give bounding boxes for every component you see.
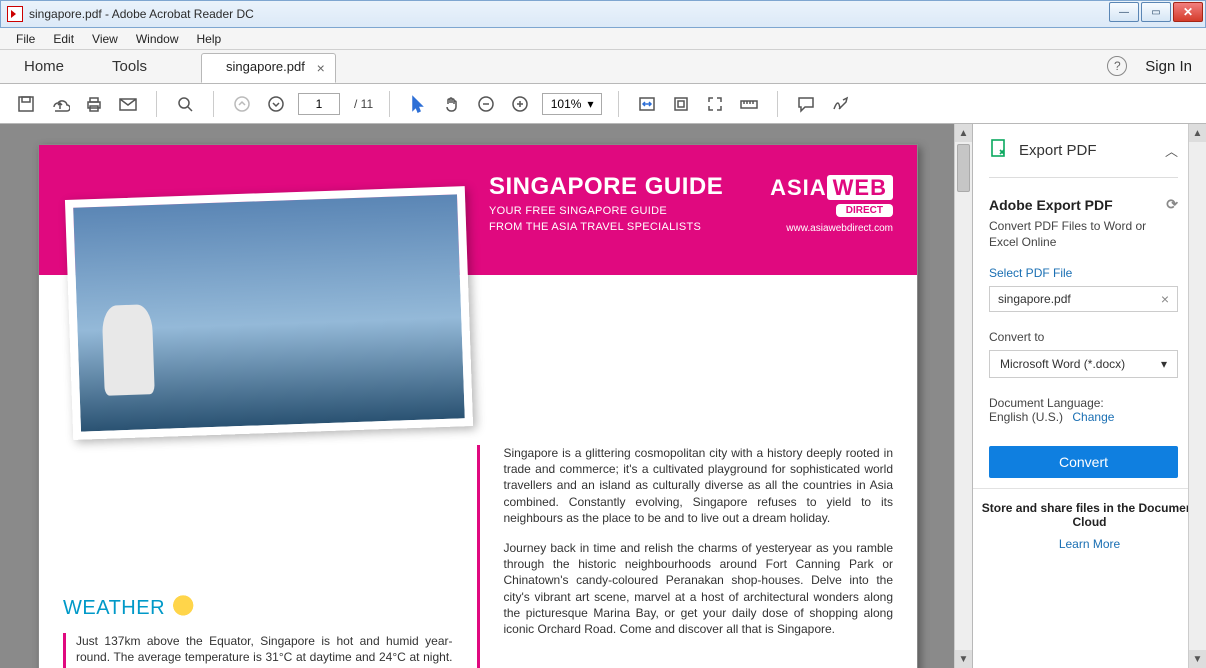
window-titlebar: singapore.pdf - Adobe Acrobat Reader DC …	[0, 0, 1206, 28]
separator	[389, 91, 390, 117]
scroll-thumb[interactable]	[957, 144, 970, 192]
comment-icon[interactable]	[794, 92, 818, 116]
sign-icon[interactable]	[828, 92, 852, 116]
panel-title: Adobe Export PDF	[989, 197, 1113, 213]
pdf-page: SINGAPORE GUIDE YOUR FREE SINGAPORE GUID…	[38, 144, 918, 668]
lang-value: English (U.S.)	[989, 410, 1063, 424]
chevron-up-icon[interactable]: ︿	[1165, 141, 1178, 160]
lang-label: Document Language:	[989, 396, 1104, 410]
tab-tools[interactable]: Tools	[88, 50, 171, 83]
page-total: / 11	[354, 97, 373, 111]
right-column: Singapore is a glittering cosmopolitan c…	[504, 445, 894, 668]
search-icon[interactable]	[173, 92, 197, 116]
chevron-down-icon: ▾	[1161, 357, 1167, 371]
scroll-down-icon[interactable]: ▼	[955, 650, 972, 668]
tabs-row: Home Tools singapore.pdf × ? Sign In	[0, 50, 1206, 84]
ruler-icon[interactable]	[737, 92, 761, 116]
email-icon[interactable]	[116, 92, 140, 116]
fullscreen-icon[interactable]	[703, 92, 727, 116]
scroll-up-icon[interactable]: ▲	[955, 124, 972, 142]
scroll-down-icon[interactable]: ▼	[1189, 650, 1206, 668]
brand-logo: ASIAWEB DIRECT www.asiawebdirect.com	[770, 175, 893, 234]
fit-page-icon[interactable]	[669, 92, 693, 116]
document-tab[interactable]: singapore.pdf ×	[201, 53, 336, 83]
separator	[777, 91, 778, 117]
pointer-icon[interactable]	[406, 92, 430, 116]
maximize-button[interactable]: ▭	[1141, 2, 1171, 22]
menu-bar: File Edit View Window Help	[0, 28, 1206, 50]
zoom-in-icon[interactable]	[508, 92, 532, 116]
learn-more-link[interactable]: Learn More	[981, 537, 1198, 551]
minimize-button[interactable]: —	[1109, 2, 1139, 22]
left-column: WEATHER Just 137km above the Equator, Si…	[63, 445, 453, 668]
panel-scrollbar[interactable]: ▲ ▼	[1188, 124, 1206, 668]
separator	[156, 91, 157, 117]
intro-p1: Singapore is a glittering cosmopolitan c…	[504, 445, 894, 526]
document-view[interactable]: SINGAPORE GUIDE YOUR FREE SINGAPORE GUID…	[0, 124, 972, 668]
page-down-icon[interactable]	[264, 92, 288, 116]
menu-view[interactable]: View	[84, 30, 126, 48]
page-number-input[interactable]	[298, 93, 340, 115]
hero-photo	[65, 186, 473, 440]
weather-heading: WEATHER	[63, 595, 453, 621]
menu-help[interactable]: Help	[189, 30, 230, 48]
content-area: SINGAPORE GUIDE YOUR FREE SINGAPORE GUID…	[0, 124, 1206, 668]
intro-p2: Journey back in time and relish the char…	[504, 540, 894, 637]
help-icon[interactable]: ?	[1107, 56, 1127, 76]
separator	[213, 91, 214, 117]
sign-in-link[interactable]: Sign In	[1145, 58, 1192, 75]
menu-edit[interactable]: Edit	[45, 30, 82, 48]
panel-footer: Store and share files in the Document Cl…	[973, 488, 1206, 563]
save-icon[interactable]	[14, 92, 38, 116]
close-tab-icon[interactable]: ×	[317, 60, 325, 76]
convert-to-label: Convert to	[989, 330, 1178, 344]
select-file-label: Select PDF File	[989, 266, 1178, 280]
window-title: singapore.pdf - Adobe Acrobat Reader DC	[29, 7, 254, 21]
chevron-down-icon: ▾	[587, 97, 593, 111]
selected-file-box[interactable]: singapore.pdf ×	[989, 286, 1178, 312]
close-button[interactable]: ✕	[1173, 2, 1203, 22]
menu-window[interactable]: Window	[128, 30, 187, 48]
cloud-upload-icon[interactable]	[48, 92, 72, 116]
tab-home[interactable]: Home	[0, 50, 88, 83]
fit-width-icon[interactable]	[635, 92, 659, 116]
document-tab-label: singapore.pdf	[226, 59, 305, 74]
lang-change-link[interactable]: Change	[1072, 410, 1114, 424]
tools-panel: Export PDF ︿ Adobe Export PDF ⟳ Convert …	[972, 124, 1206, 668]
panel-desc: Convert PDF Files to Word or Excel Onlin…	[989, 219, 1178, 250]
weather-p1: Just 137km above the Equator, Singapore …	[76, 633, 453, 668]
logo-text-2: WEB	[827, 175, 893, 200]
export-pdf-header[interactable]: Export PDF ︿	[989, 138, 1178, 178]
refresh-icon[interactable]: ⟳	[1166, 196, 1178, 213]
doc-scrollbar[interactable]: ▲ ▼	[954, 124, 972, 668]
export-icon	[989, 138, 1009, 163]
logo-url: www.asiawebdirect.com	[770, 223, 893, 234]
separator	[618, 91, 619, 117]
convert-button[interactable]: Convert	[989, 446, 1178, 478]
menu-file[interactable]: File	[8, 30, 43, 48]
format-select[interactable]: Microsoft Word (*.docx) ▾	[989, 350, 1178, 378]
logo-pill: DIRECT	[836, 204, 893, 217]
selected-file-name: singapore.pdf	[998, 292, 1071, 306]
page-up-icon[interactable]	[230, 92, 254, 116]
scroll-up-icon[interactable]: ▲	[1189, 124, 1206, 142]
page-banner: SINGAPORE GUIDE YOUR FREE SINGAPORE GUID…	[39, 145, 917, 275]
clear-file-icon[interactable]: ×	[1161, 291, 1169, 307]
app-icon	[7, 6, 23, 22]
column-rule	[477, 445, 480, 668]
zoom-select[interactable]: 101% ▾	[542, 93, 602, 115]
print-icon[interactable]	[82, 92, 106, 116]
hand-icon[interactable]	[440, 92, 464, 116]
format-value: Microsoft Word (*.docx)	[1000, 357, 1125, 371]
weather-icon	[173, 595, 207, 621]
export-pdf-label: Export PDF	[1019, 142, 1155, 159]
footer-text: Store and share files in the Document Cl…	[981, 501, 1198, 529]
zoom-out-icon[interactable]	[474, 92, 498, 116]
window-controls: — ▭ ✕	[1107, 2, 1203, 22]
toolbar: / 11 101% ▾	[0, 84, 1206, 124]
zoom-value: 101%	[551, 97, 582, 111]
logo-text-1: ASIA	[770, 175, 827, 200]
